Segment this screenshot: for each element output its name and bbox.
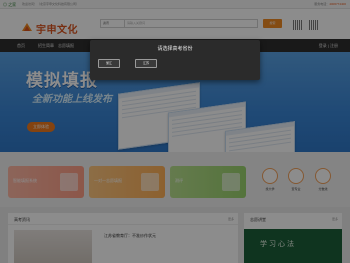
province-option-zhejiang[interactable]: 浙江	[98, 59, 120, 68]
province-option-jiangsu[interactable]: 江苏	[135, 59, 157, 68]
dialog-title: 请选择高考省份	[157, 46, 193, 52]
province-select-dialog: 请选择高考省份 浙江 江苏	[90, 40, 260, 80]
modal-overlay[interactable]: 请选择高考省份 浙江 江苏	[0, 0, 350, 263]
